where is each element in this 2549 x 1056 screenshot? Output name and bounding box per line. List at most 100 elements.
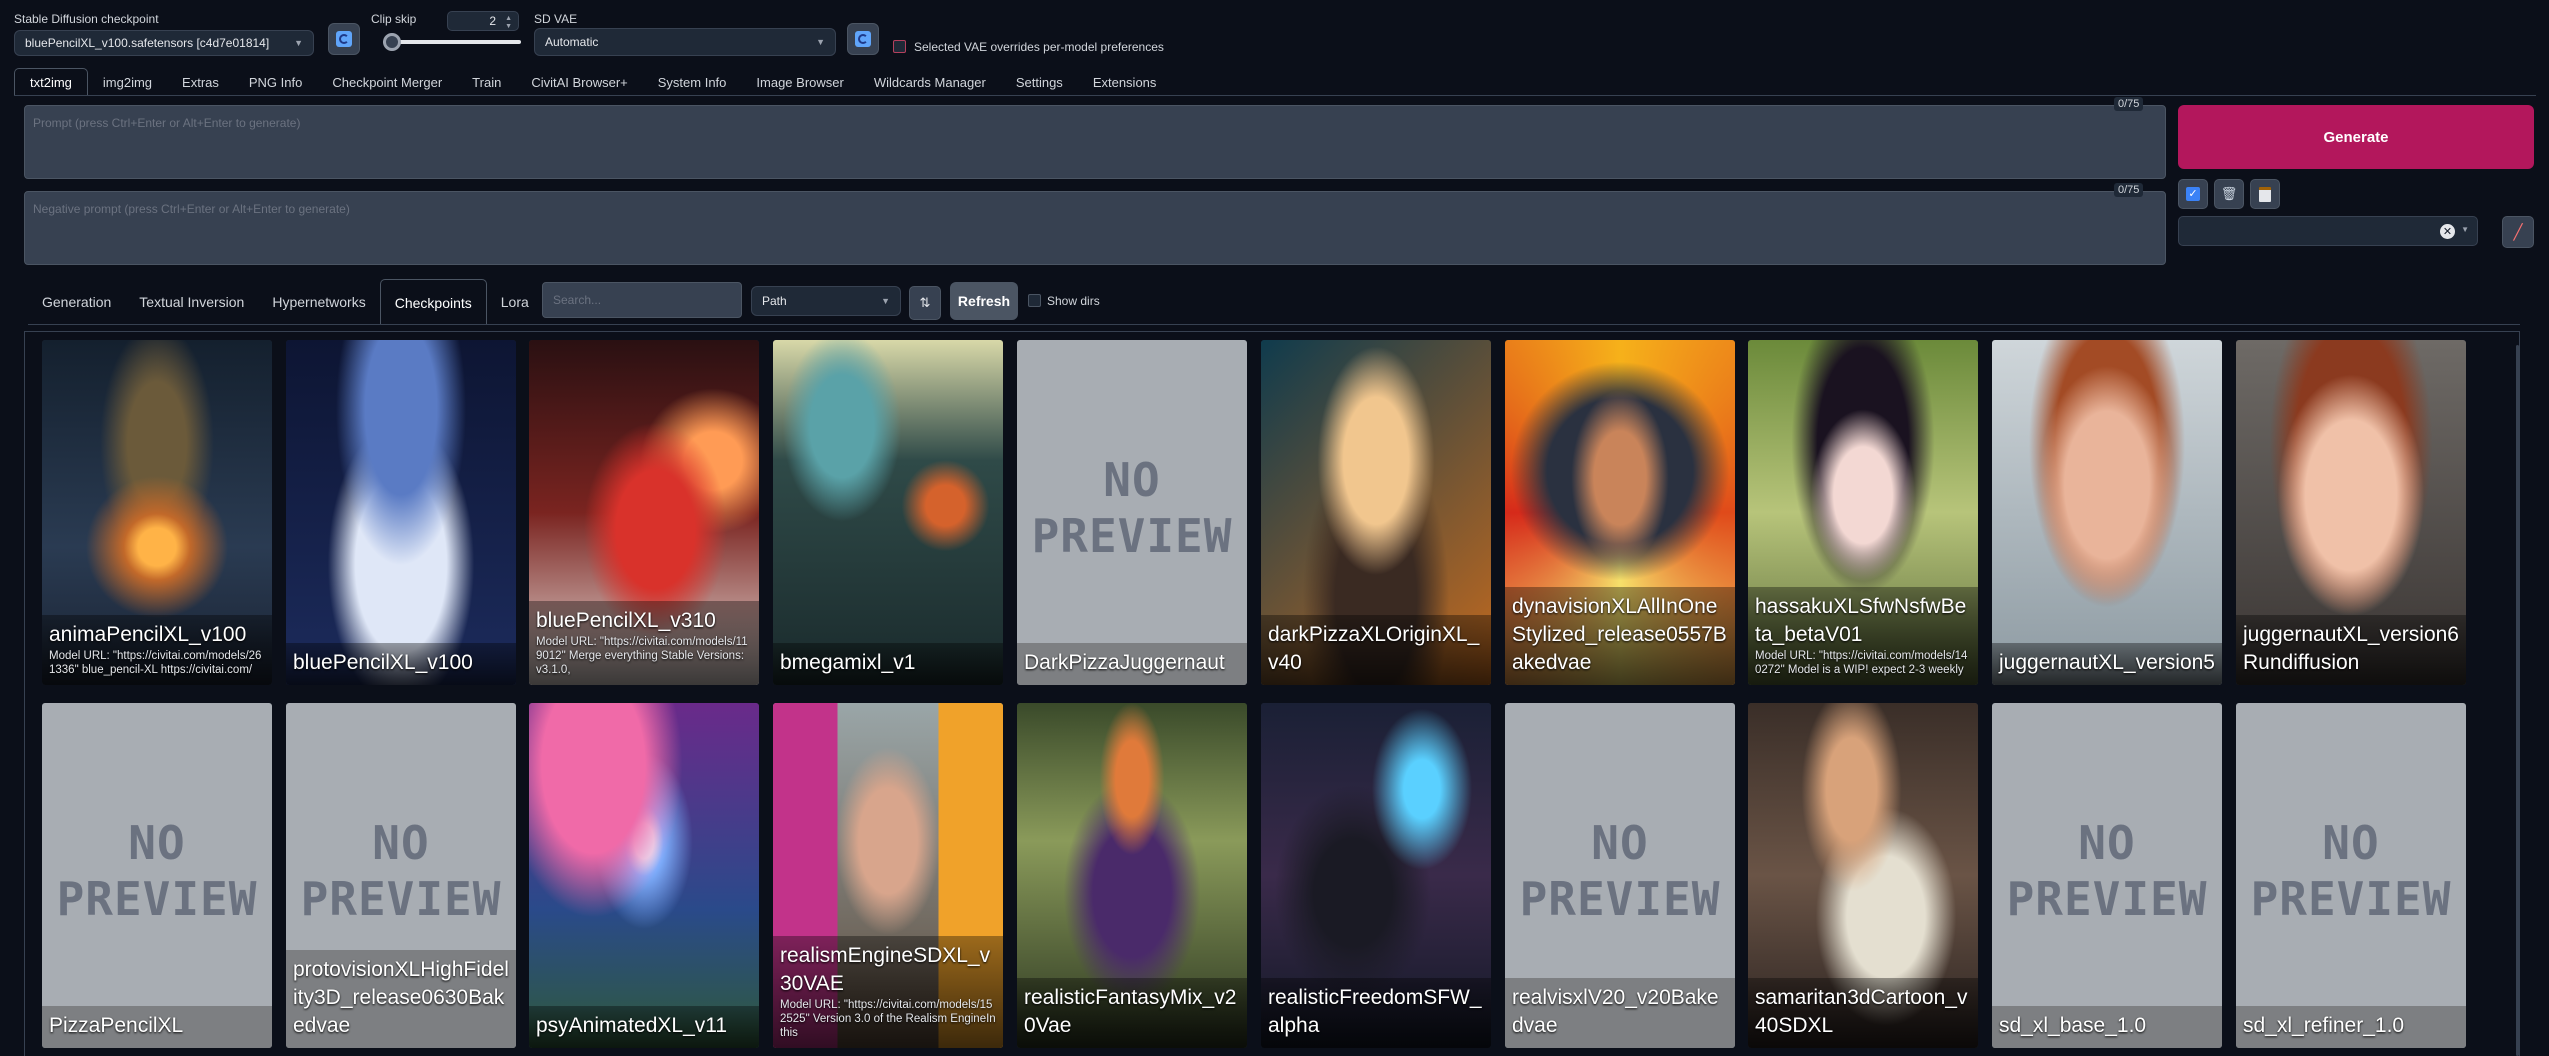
checkpoint-card[interactable]: realismEngineSDXL_v30VAE Model URL: "http… <box>773 703 1003 1048</box>
checkpoint-card[interactable]: bluePencilXL_v100 <box>286 340 516 685</box>
no-preview-placeholder: NO PREVIEW <box>300 816 502 926</box>
show-dirs-checkbox[interactable] <box>1028 294 1041 307</box>
subtab-divider <box>28 324 2520 325</box>
trash-icon: 🗑 <box>2220 186 2238 201</box>
clipboard-icon <box>2259 186 2271 202</box>
subtab-hypernetworks[interactable]: Hypernetworks <box>258 279 379 325</box>
clip-skip-slider-handle[interactable] <box>383 33 401 51</box>
checkpoint-card[interactable]: psyAnimatedXL_v11 <box>529 703 759 1048</box>
networks-refresh-button[interactable]: Refresh <box>950 282 1018 320</box>
cards-scrollbar[interactable] <box>2516 345 2519 1056</box>
checkpoint-value: bluePencilXL_v100.safetensors [c4d7e0181… <box>25 36 270 50</box>
card-name: DarkPizzaJuggernaut <box>1017 643 1247 685</box>
sort-select[interactable]: Path ▼ <box>751 286 901 316</box>
card-preview-image <box>1992 340 2222 685</box>
clip-skip-input[interactable]: 2 ▲ ▼ <box>447 11 519 31</box>
vae-override-label: Selected VAE overrides per-model prefere… <box>914 40 1164 54</box>
chevron-down-icon: ▼ <box>2461 225 2469 234</box>
card-name: juggernautXL_version5 <box>1992 643 2222 685</box>
negative-prompt-input[interactable]: Negative prompt (press Ctrl+Enter or Alt… <box>24 191 2166 265</box>
tab-settings[interactable]: Settings <box>1001 68 1078 96</box>
checkpoint-card[interactable]: NO PREVIEW sd_xl_refiner_1.0 <box>2236 703 2466 1048</box>
vae-select[interactable]: Automatic ▼ <box>534 28 836 56</box>
spinner-icon: ▲ ▼ <box>505 15 512 30</box>
no-preview-placeholder: NO PREVIEW <box>1031 453 1233 563</box>
clear-prompt-button[interactable]: 🗑 <box>2214 179 2244 209</box>
clip-skip-slider-track[interactable] <box>383 40 521 44</box>
checkpoint-card[interactable]: darkPizzaXLOriginXL_v40 <box>1261 340 1491 685</box>
prompt-input[interactable]: Prompt (press Ctrl+Enter or Alt+Enter to… <box>24 105 2166 179</box>
refresh-vae-button[interactable] <box>847 23 879 55</box>
checkpoint-card[interactable]: bmegamixl_v1 <box>773 340 1003 685</box>
tab-txt2img[interactable]: txt2img <box>14 68 88 96</box>
card-name: realisticFantasyMix_v20Vae <box>1017 978 1247 1048</box>
card-description: Model URL: "https://civitai.com/models/1… <box>1755 650 1968 676</box>
refresh-checkpoints-button[interactable] <box>328 23 360 55</box>
networks-search-input[interactable] <box>542 282 742 318</box>
checkpoint-card[interactable]: hassakuXLSfwNsfwBeta_betaV01 Model URL: "… <box>1748 340 1978 685</box>
card-name: PizzaPencilXL <box>42 1006 272 1048</box>
checkpoint-card[interactable]: realisticFantasyMix_v20Vae <box>1017 703 1247 1048</box>
subtab-checkpoints[interactable]: Checkpoints <box>379 279 487 325</box>
clip-skip-label: Clip skip <box>371 12 417 26</box>
tab-image-browser[interactable]: Image Browser <box>741 68 858 96</box>
subtab-lora[interactable]: Lora <box>487 279 543 325</box>
checkpoint-card[interactable]: NO PREVIEW PizzaPencilXL <box>42 703 272 1048</box>
styles-select[interactable]: ✕ ▼ <box>2178 216 2478 246</box>
refresh-icon <box>336 31 352 47</box>
card-name: darkPizzaXLOriginXL_v40 <box>1261 615 1491 685</box>
tab-extras[interactable]: Extras <box>167 68 234 96</box>
vae-override-checkbox[interactable] <box>893 40 906 53</box>
card-preview-image <box>529 703 759 1048</box>
top-settings-bar: Stable Diffusion checkpoint bluePencilXL… <box>0 0 2549 64</box>
tab-train[interactable]: Train <box>457 68 516 96</box>
card-name: bluePencilXL_v310 Model URL: "https://civ… <box>529 601 759 685</box>
tab-civitai-browser[interactable]: CivitAI Browser+ <box>516 68 642 96</box>
card-name: sd_xl_base_1.0 <box>1992 1006 2222 1048</box>
prompt-token-counter: 0/75 <box>2114 97 2144 111</box>
main-tabs: txt2img img2img Extras PNG Info Checkpoi… <box>14 68 1171 96</box>
vae-value: Automatic <box>545 35 599 49</box>
card-description: Model URL: "https://civitai.com/models/1… <box>780 999 996 1039</box>
checkpoint-card[interactable]: juggernautXL_version6Rundiffusion <box>2236 340 2466 685</box>
clear-icon[interactable]: ✕ <box>2440 224 2455 239</box>
card-description: Model URL: "https://civitai.com/models/2… <box>49 650 262 676</box>
card-name: protovisionXLHighFidelity3D_release0630B… <box>286 950 516 1048</box>
card-name: realvisxlV20_v20Bakedvae <box>1505 978 1735 1048</box>
subtab-textual-inversion[interactable]: Textual Inversion <box>125 279 258 325</box>
no-preview-placeholder: NO PREVIEW <box>56 816 258 926</box>
refresh-icon <box>855 31 871 47</box>
card-name: psyAnimatedXL_v11 <box>529 1006 759 1048</box>
tab-wildcards-manager[interactable]: Wildcards Manager <box>859 68 1001 96</box>
checkpoint-card[interactable]: realisticFreedomSFW_alpha <box>1261 703 1491 1048</box>
checkpoint-card[interactable]: NO PREVIEW realvisxlV20_v20Bakedvae <box>1505 703 1735 1048</box>
tab-divider <box>14 95 2536 96</box>
checkpoint-label: Stable Diffusion checkpoint <box>14 12 159 26</box>
sort-value: Path <box>762 294 787 308</box>
checkpoint-card[interactable]: NO PREVIEW DarkPizzaJuggernaut <box>1017 340 1247 685</box>
checkpoint-card[interactable]: bluePencilXL_v310 Model URL: "https://civ… <box>529 340 759 685</box>
edit-styles-button[interactable]: ╱ <box>2502 216 2534 248</box>
tab-img2img[interactable]: img2img <box>88 68 167 96</box>
checkpoint-select[interactable]: bluePencilXL_v100.safetensors [c4d7e0181… <box>14 30 314 56</box>
checkpoint-card[interactable]: juggernautXL_version5 <box>1992 340 2222 685</box>
card-description: Model URL: "https://civitai.com/models/1… <box>536 636 748 676</box>
checkpoint-card[interactable]: NO PREVIEW protovisionXLHighFidelity3D_re… <box>286 703 516 1048</box>
checkpoint-card[interactable]: animaPencilXL_v100 Model URL: "https://ci… <box>42 340 272 685</box>
card-name: juggernautXL_version6Rundiffusion <box>2236 615 2466 685</box>
checkpoint-card[interactable]: dynavisionXLAllInOneStylized_release0557… <box>1505 340 1735 685</box>
negative-prompt-token-counter: 0/75 <box>2114 183 2144 197</box>
tab-png-info[interactable]: PNG Info <box>234 68 317 96</box>
sort-order-button[interactable]: ⇅ <box>909 286 941 320</box>
tab-system-info[interactable]: System Info <box>643 68 742 96</box>
chevron-down-icon: ▼ <box>881 296 890 306</box>
tab-checkpoint-merger[interactable]: Checkpoint Merger <box>317 68 457 96</box>
generate-button[interactable]: Generate <box>2178 105 2534 169</box>
tab-extensions[interactable]: Extensions <box>1078 68 1172 96</box>
subtab-generation[interactable]: Generation <box>28 279 125 325</box>
checkpoint-card[interactable]: NO PREVIEW sd_xl_base_1.0 <box>1992 703 2222 1048</box>
no-preview-placeholder: NO PREVIEW <box>2006 816 2208 926</box>
apply-style-button[interactable] <box>2250 179 2280 209</box>
read-params-button[interactable]: ✓ <box>2178 179 2208 209</box>
checkpoint-card[interactable]: samaritan3dCartoon_v40SDXL <box>1748 703 1978 1048</box>
